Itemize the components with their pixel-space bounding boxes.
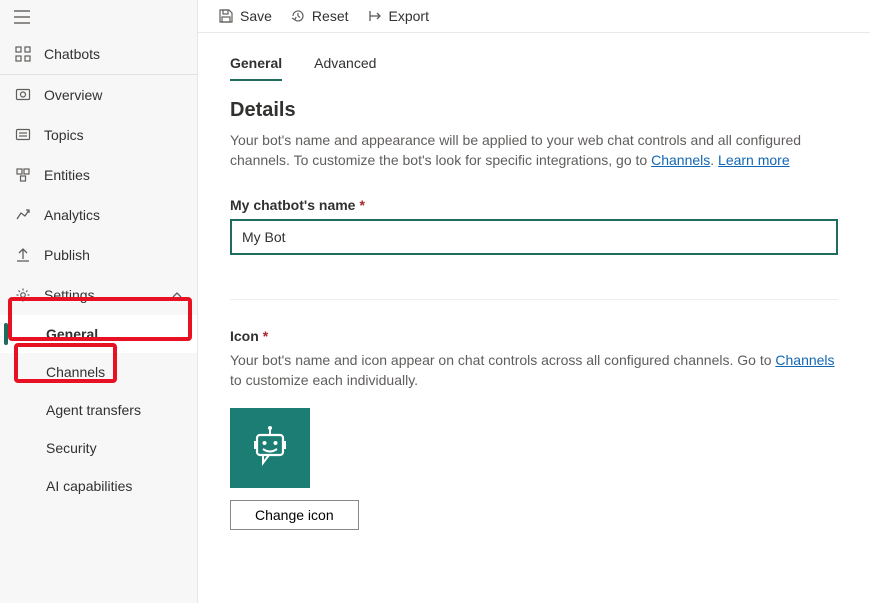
required-asterisk: * [263, 328, 268, 344]
section-heading-details: Details [230, 99, 838, 122]
sidebar-subitem-security[interactable]: Security [0, 429, 197, 467]
toolbar-btn-label: Save [240, 8, 272, 24]
required-asterisk: * [359, 197, 364, 213]
hamburger-icon [14, 10, 30, 24]
publish-icon [14, 246, 32, 264]
tab-general[interactable]: General [230, 55, 282, 81]
save-icon [218, 8, 234, 24]
sidebar-item-analytics[interactable]: Analytics [0, 195, 197, 235]
export-icon [367, 8, 383, 24]
sidebar-subitem-label: General [46, 326, 98, 342]
sidebar-item-label: Publish [44, 247, 183, 263]
chevron-up-icon [171, 289, 183, 301]
overview-icon [14, 86, 32, 104]
sidebar-item-label: Analytics [44, 207, 183, 223]
sidebar-subitem-label: Channels [46, 364, 105, 380]
divider [230, 299, 838, 300]
grid-icon [14, 45, 32, 63]
sidebar-item-topics[interactable]: Topics [0, 115, 197, 155]
toolbar-btn-label: Export [389, 8, 429, 24]
sidebar-subitem-ai-capabilities[interactable]: AI capabilities [0, 467, 197, 505]
sidebar-item-publish[interactable]: Publish [0, 235, 197, 275]
chatbot-name-label: My chatbot's name * [230, 197, 838, 213]
channels-link[interactable]: Channels [651, 152, 710, 168]
sidebar-item-label: Overview [44, 87, 183, 103]
sidebar-item-label: Settings [44, 287, 171, 303]
sidebar-subitem-label: Security [46, 440, 97, 456]
sidebar-item-entities[interactable]: Entities [0, 155, 197, 195]
hamburger-menu[interactable] [0, 0, 197, 34]
sidebar-item-label: Topics [44, 127, 183, 143]
sidebar-item-label: Chatbots [44, 46, 183, 62]
sidebar-subitem-label: Agent transfers [46, 402, 141, 418]
sidebar-item-settings[interactable]: Settings [0, 275, 197, 315]
bot-icon [247, 425, 293, 471]
entities-icon [14, 166, 32, 184]
analytics-icon [14, 206, 32, 224]
icon-label: Icon * [230, 328, 838, 344]
chatbot-name-input[interactable] [230, 219, 838, 255]
sidebar-subitem-channels[interactable]: Channels [0, 353, 197, 391]
toolbar-btn-label: Reset [312, 8, 349, 24]
export-button[interactable]: Export [367, 8, 429, 24]
sidebar-item-label: Entities [44, 167, 183, 183]
sidebar-subitem-agent-transfers[interactable]: Agent transfers [0, 391, 197, 429]
channels-link[interactable]: Channels [775, 352, 834, 368]
topics-icon [14, 126, 32, 144]
gear-icon [14, 286, 32, 304]
reset-icon [290, 8, 306, 24]
reset-button[interactable]: Reset [290, 8, 349, 24]
sidebar-subitem-label: AI capabilities [46, 478, 132, 494]
sidebar-item-overview[interactable]: Overview [0, 75, 197, 115]
learn-more-link[interactable]: Learn more [718, 152, 790, 168]
toolbar: Save Reset Export [198, 0, 870, 33]
tab-advanced[interactable]: Advanced [314, 55, 376, 81]
details-description: Your bot's name and appearance will be a… [230, 130, 838, 171]
sidebar-item-chatbots[interactable]: Chatbots [0, 34, 197, 74]
tab-list: General Advanced [230, 55, 838, 81]
sidebar-subitem-general[interactable]: General [0, 315, 197, 353]
bot-icon-preview [230, 408, 310, 488]
change-icon-button[interactable]: Change icon [230, 500, 359, 530]
save-button[interactable]: Save [218, 8, 272, 24]
icon-description: Your bot's name and icon appear on chat … [230, 350, 838, 391]
